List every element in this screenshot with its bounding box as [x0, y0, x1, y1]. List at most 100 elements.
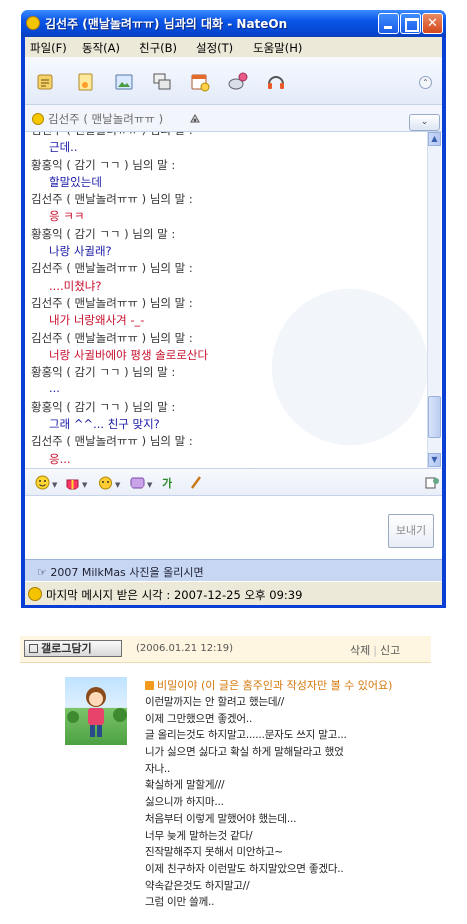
scroll-thumb[interactable]: [428, 396, 441, 438]
close-button[interactable]: ✕: [422, 13, 443, 34]
guestbook-header: 갤로그담기 (2006.01.21 12:19) 삭제 | 신고: [20, 636, 431, 663]
avatar-figure-icon: [67, 687, 127, 737]
post-line: 확실하게 말할게///: [145, 779, 225, 792]
menu-bar: 파일(F) 동작(A) 친구(B) 설정(T) 도움말(H): [25, 37, 442, 57]
chat-message: ....미쳤냐?: [49, 278, 102, 293]
chat-speaker-line: 김선주 ( 맨날놀려ㅠㅠ ) 님의 말 :: [31, 132, 421, 139]
message-input[interactable]: [27, 499, 382, 557]
text-style-icon[interactable]: 가: [162, 475, 177, 490]
peer-name: 김선주 ( 맨날놀려ㅠㅠ ): [48, 112, 164, 126]
post-line: 이제 그만했으면 좋겠어..: [145, 712, 253, 725]
gift-icon[interactable]: [65, 475, 80, 490]
headset-icon[interactable]: [265, 71, 287, 93]
minimize-icon: [379, 14, 398, 33]
chat-message: 응...: [49, 451, 71, 466]
collect-label: 갤로그담기: [41, 642, 92, 655]
delete-link[interactable]: 삭제: [350, 644, 370, 657]
chat-message: 응 ㅋㅋ: [49, 209, 85, 224]
share-screen-icon[interactable]: [151, 71, 173, 93]
lock-icon: [145, 681, 154, 690]
post-line: 니가 싫으면 싫다고 확실 하게 말해달라고 했었: [145, 746, 344, 759]
post-body: 이런말까지는 안 할려고 했는데// 이제 그만했으면 좋겠어.. 글 올리는것도 …: [145, 694, 431, 911]
chat-message: 할말있는데: [49, 174, 102, 189]
chat-message: ...: [49, 381, 60, 396]
peer-dropdown-button[interactable]: ⌄: [409, 114, 440, 131]
emoticon-settings-icon[interactable]: [425, 475, 440, 490]
secret-label-text: 비밀이야 (이 글은 홈주인과 작성자만 볼 수 있어요): [157, 679, 393, 692]
notice-bar[interactable]: ☞ 2007 MilkMas 사진을 올리시면: [25, 559, 442, 581]
nateon-logo-icon: [26, 16, 40, 30]
post-line: 이런말까지는 안 할려고 했는데//: [145, 696, 285, 708]
peer-status-icon: [32, 113, 44, 125]
chat-speaker-line: 황홍익 ( 감기 ㄱㄱ ) 님의 말 :: [31, 399, 176, 414]
chat-message: 너랑 사귈바에야 평생 솔로로산다: [49, 347, 209, 362]
chat-message: 근데..: [49, 140, 78, 155]
last-message-time: 마지막 메시지 받은 시각 : 2007-12-25 오후 09:39: [46, 588, 303, 602]
post-date: (2006.01.21 12:19): [136, 643, 234, 654]
chat-scrollbar[interactable]: ▲ ▼: [427, 132, 441, 468]
menu-help[interactable]: 도움말(H): [253, 40, 302, 56]
chat-speaker-line: 황홍익 ( 감기 ㄱㄱ ) 님의 말 :: [31, 365, 176, 380]
chat-message: 나랑 사귈래?: [49, 244, 112, 259]
emoticon-bar: ▼ ▼ ▼ ▼ 가: [25, 468, 442, 496]
chat-client-area: ⌃ 김선주 ( 맨날놀려ㅠㅠ ) ⌄ 김선주 ( 맨날놀려ㅠㅠ ) 님의 말 :…: [25, 57, 442, 581]
chat-speaker-line: 김선주 ( 맨날놀려ㅠㅠ ) 님의 말 :: [31, 261, 193, 276]
toolbar: ⌃: [25, 57, 442, 105]
peer-profile-icon[interactable]: [189, 113, 201, 125]
photo-icon[interactable]: [113, 71, 135, 93]
post-line: 처음부터 이렇게 말했어야 했는데...: [145, 812, 297, 825]
chat-message: 그래 ^^... 친구 맞지?: [49, 417, 160, 432]
send-button[interactable]: 보내기: [388, 514, 434, 548]
post-line: 진작말해주지 못해서 미안하고~: [145, 846, 283, 859]
chat-speaker-line: 황홍익 ( 감기 ㄱㄱ ) 님의 말 :: [31, 157, 176, 172]
scroll-up-icon[interactable]: ▲: [428, 132, 441, 146]
chat-message: 내가 너랑왜사겨 -_-: [49, 313, 145, 328]
maximize-button[interactable]: [400, 13, 421, 34]
status-bar: 마지막 메시지 받은 시각 : 2007-12-25 오후 09:39: [25, 581, 442, 605]
menu-file[interactable]: 파일(F): [30, 40, 67, 56]
font-color-icon[interactable]: [130, 475, 145, 490]
close-icon: ✕: [427, 16, 438, 31]
post-line: 그럼 이만 쓸께..: [145, 896, 215, 909]
chat-speaker-line: 황홍익 ( 감기 ㄱㄱ ) 님의 말 :: [31, 226, 176, 241]
menu-friends[interactable]: 친구(B): [139, 40, 177, 56]
message-input-area: [25, 496, 442, 559]
file-send-icon[interactable]: [35, 71, 57, 93]
post-line: 싫으니까 하지마...: [145, 796, 224, 809]
toolbar-collapse-button[interactable]: ⌃: [419, 76, 432, 89]
brush-icon[interactable]: [189, 475, 204, 490]
voice-chat-icon[interactable]: [227, 71, 249, 93]
chat-speaker-line: 김선주 ( 맨날놀려ㅠㅠ ) 님의 말 :: [31, 295, 193, 310]
minimize-button[interactable]: [378, 13, 399, 34]
title-bar[interactable]: 김선주 (맨날놀려ㅠㅠ) 님과의 대화 - NateOn ✕: [21, 10, 446, 37]
gift-dropdown-icon[interactable]: ▼: [82, 481, 87, 489]
collect-to-gallog-button[interactable]: 갤로그담기: [24, 640, 122, 657]
chat-speaker-line: 김선주 ( 맨날놀려ㅠㅠ ) 님의 말 :: [31, 330, 193, 345]
sticker-icon[interactable]: [98, 475, 113, 490]
menu-action[interactable]: 동작(A): [82, 40, 120, 56]
schedule-icon[interactable]: [189, 71, 211, 93]
window-title: 김선주 (맨날놀려ㅠㅠ) 님과의 대화 - NateOn: [45, 17, 288, 31]
status-icon: [28, 587, 42, 601]
menu-settings[interactable]: 설정(T): [196, 40, 233, 56]
guestbook-post: 갤로그담기 (2006.01.21 12:19) 삭제 | 신고 비밀이야 (이 글…: [20, 636, 431, 908]
avatar: [65, 677, 127, 745]
report-link[interactable]: 신고: [380, 644, 400, 657]
messenger-window: 김선주 (맨날놀려ㅠㅠ) 님과의 대화 - NateOn ✕ 파일(F) 동작(…: [21, 10, 446, 608]
scroll-down-icon[interactable]: ▼: [428, 453, 441, 467]
secret-post-label: 비밀이야 (이 글은 홈주인과 작성자만 볼 수 있어요): [145, 677, 392, 693]
chat-history[interactable]: 김선주 ( 맨날놀려ㅠㅠ ) 님의 말 :근데..황홍익 ( 감기 ㄱㄱ ) 님…: [25, 132, 442, 468]
file-share-icon[interactable]: [75, 71, 97, 93]
font-color-dropdown-icon[interactable]: ▼: [147, 481, 152, 489]
sticker-dropdown-icon[interactable]: ▼: [115, 481, 120, 489]
post-line: 너무 늦게 말하는것 같다/: [145, 829, 253, 842]
smiley-icon[interactable]: [35, 475, 50, 490]
smiley-dropdown-icon[interactable]: ▼: [52, 481, 57, 489]
post-actions: 삭제 | 신고: [350, 642, 400, 658]
chat-speaker-line: 김선주 ( 맨날놀려ㅠㅠ ) 님의 말 :: [31, 434, 193, 449]
divider: |: [373, 644, 377, 657]
notice-text[interactable]: ☞ 2007 MilkMas 사진을 올리시면: [37, 564, 204, 580]
maximize-icon: [401, 14, 420, 33]
chat-log: 김선주 ( 맨날놀려ㅠㅠ ) 님의 말 :근데..황홍익 ( 감기 ㄱㄱ ) 님…: [31, 132, 421, 468]
post-line: 글 올리는것도 하지말고......문자도 쓰지 말고...: [145, 729, 347, 742]
